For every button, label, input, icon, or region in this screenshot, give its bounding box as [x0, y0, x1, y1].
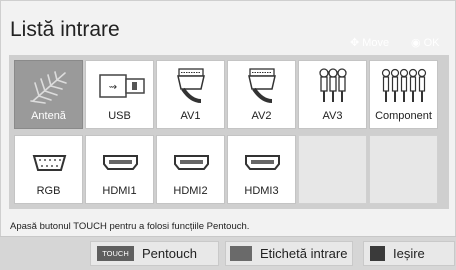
move-hint-label: Move: [362, 37, 390, 49]
pentouch-label: Pentouch: [142, 246, 197, 261]
input-tile-hdmi1[interactable]: HDMI1: [85, 135, 154, 204]
vga-icon: [32, 155, 67, 171]
input-label: AV3: [322, 110, 343, 122]
touch-key-icon: TOUCH: [97, 246, 134, 261]
input-label: HDMI1: [102, 185, 137, 197]
exit-key-icon: [370, 246, 385, 261]
svg-text:⇝: ⇝: [109, 82, 117, 93]
move-hint: ✥ Move: [350, 36, 389, 49]
input-label: RGB: [36, 185, 61, 197]
component-icon: [381, 68, 427, 102]
input-tile-av1[interactable]: AV1: [156, 60, 225, 129]
input-label-text: Etichetă intrare: [260, 246, 348, 261]
input-label: HDMI3: [244, 185, 279, 197]
input-label: USB: [108, 110, 131, 122]
input-tile-component[interactable]: Component: [369, 60, 438, 129]
exit-button[interactable]: Ieșire: [363, 241, 455, 266]
input-grid: Antenă ⇝ USB AV1 AV2 AV3 Component RGB H…: [9, 55, 449, 209]
input-label: AV1: [180, 110, 201, 122]
ok-wheel-icon: ◉: [411, 37, 421, 49]
exit-label: Ieșire: [393, 246, 425, 261]
usb-icon: ⇝: [99, 74, 145, 98]
empty-tile: [369, 135, 438, 204]
pentouch-button[interactable]: TOUCH Pentouch: [90, 241, 219, 266]
input-label: AV2: [251, 110, 272, 122]
input-label: Component: [375, 110, 432, 122]
input-label: Antenă: [31, 110, 66, 122]
hdmi-icon: [174, 155, 209, 170]
input-label: HDMI2: [173, 185, 208, 197]
input-label-button[interactable]: Etichetă intrare: [225, 241, 353, 266]
input-tile-av2[interactable]: AV2: [227, 60, 296, 129]
input-tile-antenna[interactable]: Antenă: [14, 60, 83, 129]
scart-icon: [248, 68, 276, 103]
input-tile-av3[interactable]: AV3: [298, 60, 367, 129]
input-tile-usb[interactable]: ⇝ USB: [85, 60, 154, 129]
move-arrows-icon: ✥: [350, 37, 360, 49]
ok-hint: ◉ OK: [411, 36, 440, 49]
help-message: Apasă butonul TOUCH pentru a folosi func…: [10, 221, 250, 232]
label-key-icon: [230, 246, 252, 261]
input-tile-rgb[interactable]: RGB: [14, 135, 83, 204]
ok-hint-label: OK: [423, 37, 440, 49]
input-list-window: Listă intrare ✥ Move ◉ OK Antenă ⇝ USB A…: [0, 0, 456, 269]
bottom-bar: TOUCH Pentouch Etichetă intrare Ieșire: [0, 236, 456, 270]
input-tile-hdmi3[interactable]: HDMI3: [227, 135, 296, 204]
scart-icon: [177, 68, 205, 103]
hdmi-icon: [245, 155, 280, 170]
rca-av-icon: [319, 68, 347, 102]
input-tile-hdmi2[interactable]: HDMI2: [156, 135, 225, 204]
hdmi-icon: [103, 155, 138, 170]
window-title: Listă intrare: [10, 18, 120, 41]
empty-tile: [298, 135, 367, 204]
antenna-icon: [30, 71, 67, 104]
